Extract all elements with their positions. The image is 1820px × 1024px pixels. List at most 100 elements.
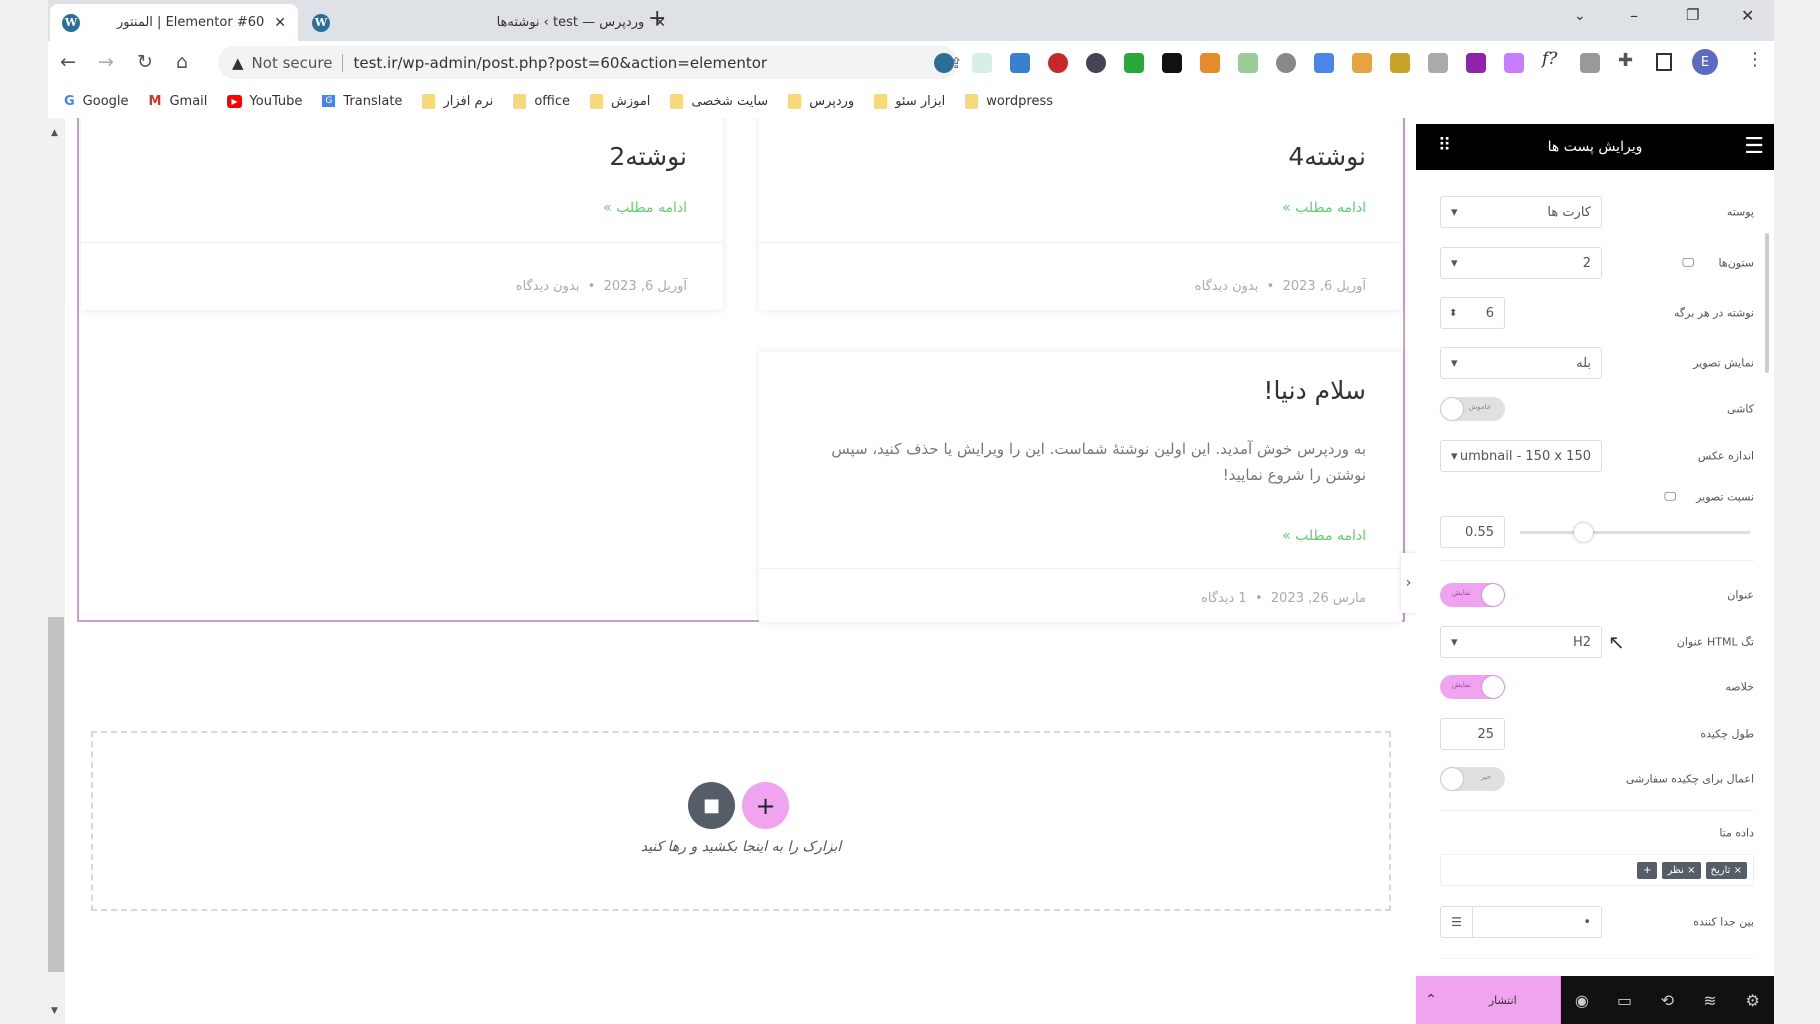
back-icon[interactable]: ← <box>60 51 76 73</box>
extension-icon[interactable] <box>1238 53 1258 73</box>
separator-input[interactable]: ☰ • <box>1440 906 1602 938</box>
read-more-link[interactable]: ادامه مطلب » <box>603 200 687 216</box>
home-icon[interactable]: ⌂ <box>176 51 188 73</box>
bookmark-folder[interactable]: office <box>513 93 570 109</box>
reload-icon[interactable]: ↻ <box>137 51 153 73</box>
post-title[interactable]: نوشته2 <box>609 142 687 171</box>
address-bar[interactable]: ▲ Not secure test.ir/wp-admin/post.php?p… <box>218 46 988 79</box>
extension-icon[interactable] <box>1124 53 1144 73</box>
widget-drop-zone[interactable]: ■ + ابزارک را به اینجا بکشید و رها کنید <box>91 731 1391 911</box>
extension-icon[interactable] <box>1504 53 1524 73</box>
settings-gear-icon[interactable]: ⚙ <box>1731 991 1774 1010</box>
extension-icon[interactable] <box>1200 53 1220 73</box>
dynamic-tags-icon[interactable]: ☰ <box>1441 907 1473 937</box>
read-more-link[interactable]: ادامه مطلب » <box>1282 200 1366 216</box>
extensions-puzzle-icon[interactable]: ✚ <box>1618 50 1633 71</box>
bookmark-folder[interactable]: نرم افزار <box>422 93 493 109</box>
bookmark-folder[interactable]: wordpress <box>965 93 1053 109</box>
profile-avatar[interactable]: E <box>1692 49 1718 75</box>
custom-excerpt-toggle[interactable]: خیر <box>1440 767 1505 791</box>
card-divider <box>759 568 1402 569</box>
bookmark-folder[interactable]: اموزش <box>589 93 650 109</box>
extension-icon[interactable] <box>1314 53 1334 73</box>
bookmark-gmail[interactable]: M Gmail <box>149 94 208 109</box>
history-icon[interactable]: ⟲ <box>1646 991 1689 1010</box>
preview-eye-icon[interactable]: ◉ <box>1561 991 1604 1010</box>
wordpress-icon: W <box>62 13 80 32</box>
extension-icon[interactable] <box>1352 53 1372 73</box>
post-title[interactable]: سلام دنیا! <box>1263 376 1366 405</box>
bookmark-translate[interactable]: G Translate <box>322 94 402 109</box>
scroll-up-arrow[interactable]: ▲ <box>51 128 58 138</box>
forward-icon[interactable]: → <box>98 51 114 73</box>
publish-button[interactable]: انتشار <box>1446 976 1561 1024</box>
excerpt-toggle[interactable]: نمایش <box>1440 675 1505 699</box>
post-meta: آوریل 6, 2023 • بدون دیدگاه <box>515 279 687 294</box>
tab-posts[interactable]: W نوشته‌ها ‹ test — وردپرس ✕ <box>300 4 678 41</box>
hamburger-menu-icon[interactable]: ☰ <box>1744 134 1764 159</box>
navigator-layers-icon[interactable]: ≋ <box>1689 991 1732 1010</box>
add-template-button[interactable]: ■ <box>688 782 735 829</box>
bookmark-folder[interactable]: ابزار سئو <box>874 93 945 109</box>
extension-icon[interactable] <box>1276 53 1296 73</box>
panel-collapse-toggle[interactable]: › <box>1401 553 1416 613</box>
extension-icon[interactable] <box>972 53 992 73</box>
tab-elementor[interactable]: W المنتور | Elementor #60 ✕ <box>50 4 298 41</box>
ratio-slider-handle[interactable] <box>1574 523 1594 542</box>
caret-down-icon: ▾ <box>1451 448 1458 464</box>
meta-tag[interactable]: × تاریخ <box>1705 861 1747 879</box>
widgets-grid-icon[interactable]: ⠿ <box>1438 135 1451 156</box>
add-meta-button[interactable]: + <box>1637 861 1658 879</box>
extension-icon[interactable] <box>1010 53 1030 73</box>
responsive-mode-icon[interactable]: ▭ <box>1603 991 1646 1010</box>
bookmark-folder[interactable]: وردپرس <box>788 93 854 109</box>
extension-icon[interactable] <box>1580 53 1600 73</box>
minimize-button[interactable]: – <box>1630 6 1638 25</box>
extension-icon[interactable] <box>1162 53 1182 73</box>
menu-kebab-icon[interactable]: ⋮ <box>1746 49 1764 70</box>
show-image-select[interactable]: ▾ بله <box>1440 347 1602 379</box>
image-size-select[interactable]: ▾Thumbnail - 150 x 150 <box>1440 440 1602 472</box>
bookmark-folder[interactable]: سایت شخصی <box>670 93 768 109</box>
extension-icon[interactable] <box>1390 53 1410 73</box>
extension-icon[interactable] <box>1428 53 1448 73</box>
publish-options-chevron-up[interactable]: ⌃ <box>1416 976 1446 1024</box>
extension-icon[interactable] <box>1086 53 1106 73</box>
close-tab-icon[interactable]: ✕ <box>274 15 286 31</box>
extension-icon[interactable]: f? <box>1542 49 1557 69</box>
extension-icon[interactable] <box>1048 53 1068 73</box>
posts-per-page-input[interactable]: ⬍ 6 <box>1440 297 1505 329</box>
skin-select[interactable]: ▾ کارت ها <box>1440 196 1602 228</box>
meta-tag[interactable]: × نظر <box>1662 861 1701 879</box>
scroll-down-arrow[interactable]: ▼ <box>51 1006 58 1016</box>
translate-icon: G <box>322 95 336 107</box>
close-window-button[interactable]: ✕ <box>1741 6 1754 25</box>
post-excerpt: به وردپرس خوش آمدید. این اولین نوشتهٔ شم… <box>831 440 1366 484</box>
bookmark-google[interactable]: G Google <box>64 94 129 109</box>
add-section-button[interactable]: + <box>742 782 789 829</box>
folder-icon <box>874 93 888 109</box>
meta-data-select[interactable]: + × نظر × تاریخ <box>1440 854 1754 886</box>
desktop-device-icon[interactable]: 🖵 <box>1664 489 1676 504</box>
ratio-input[interactable]: 0.55 <box>1440 516 1505 548</box>
extension-icon[interactable] <box>1466 53 1486 73</box>
tab-search-icon[interactable]: ⌄ <box>1574 8 1586 24</box>
restore-button[interactable]: ❐ <box>1686 6 1699 24</box>
control-ratio: 0.55 <box>1416 514 1774 550</box>
excerpt-length-input[interactable]: 25 <box>1440 718 1505 750</box>
plus-icon: + <box>755 791 776 820</box>
stepper-icon[interactable]: ⬍ <box>1449 308 1457 319</box>
ratio-slider-track[interactable] <box>1520 531 1750 534</box>
read-more-link[interactable]: ادامه مطلب » <box>1282 528 1366 544</box>
side-panel-icon[interactable] <box>1656 53 1672 71</box>
title-tag-select[interactable]: ▾ H2 <box>1440 626 1602 658</box>
desktop-device-icon[interactable]: 🖵 <box>1682 255 1694 270</box>
title-toggle[interactable]: نمایش <box>1440 583 1505 607</box>
masonry-toggle[interactable]: خاموش <box>1440 397 1505 421</box>
scrollbar-thumb[interactable] <box>48 617 64 972</box>
new-tab-button[interactable]: + <box>648 6 666 31</box>
columns-select[interactable]: ▾ 2 <box>1440 247 1602 279</box>
post-title[interactable]: نوشته4 <box>1288 142 1366 171</box>
extension-icon[interactable] <box>934 53 954 73</box>
bookmark-youtube[interactable]: ▶ YouTube <box>227 94 302 109</box>
